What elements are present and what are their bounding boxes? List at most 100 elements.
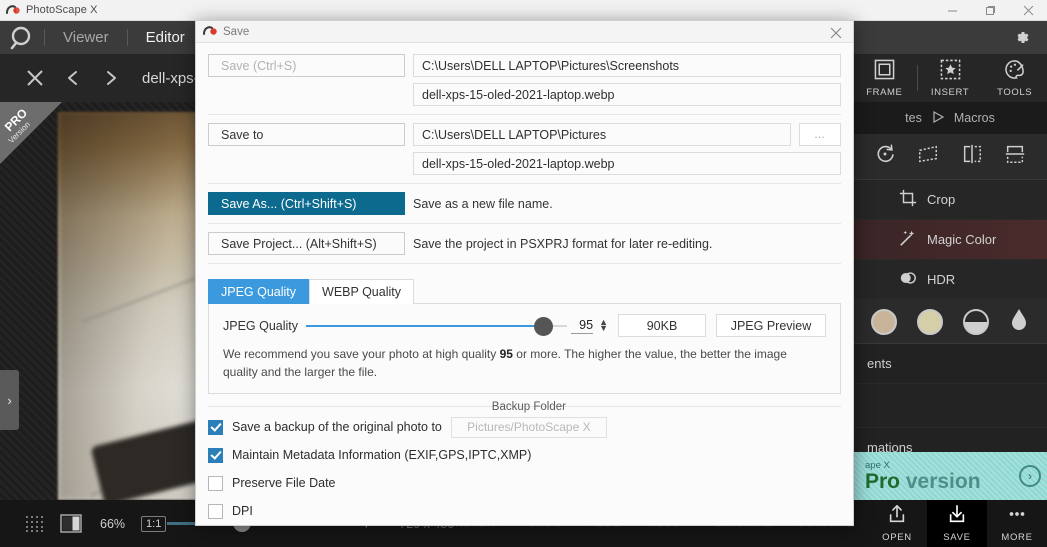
zoom-fit-button[interactable]: 1:1 — [141, 515, 167, 532]
save-to-path-field[interactable]: C:\Users\DELL LAPTOP\Pictures — [413, 123, 791, 147]
app-logo-icon[interactable] — [0, 21, 44, 54]
tab-jpeg-quality[interactable]: JPEG Quality — [208, 279, 310, 305]
next-file-icon[interactable] — [94, 61, 128, 95]
quality-value[interactable]: 95 — [571, 318, 594, 334]
flip-vertical-icon[interactable] — [1004, 143, 1026, 170]
promo-strong: Pro — [865, 470, 901, 493]
backup-checkbox[interactable] — [208, 419, 223, 435]
tab-webp-quality[interactable]: WEBP Quality — [309, 279, 414, 305]
save-button-ctrl-s[interactable]: Save (Ctrl+S) — [208, 54, 405, 78]
jpeg-preview-button[interactable]: JPEG Preview — [716, 314, 826, 338]
minimize-icon[interactable] — [933, 0, 971, 21]
quality-note-prefix: We recommend you save your photo at high… — [223, 347, 500, 362]
ellipsis-icon — [1006, 504, 1028, 529]
right-panel-item-hdr[interactable]: HDR — [853, 260, 1047, 300]
maximize-icon[interactable] — [971, 0, 1009, 21]
checker-icon[interactable] — [58, 513, 84, 535]
browse-folder-button[interactable]: … — [799, 123, 841, 147]
save-filename-field[interactable]: dell-xps-15-oled-2021-laptop.webp — [413, 83, 841, 107]
save-down-arrow-icon — [947, 504, 967, 529]
close-icon[interactable] — [1009, 0, 1047, 21]
promo-next-arrow-icon[interactable]: › — [1019, 465, 1041, 487]
rotate-icon[interactable] — [874, 143, 896, 170]
swatch-3[interactable] — [963, 308, 989, 335]
gear-icon[interactable] — [995, 21, 1047, 54]
right-panel-row-elements[interactable]: ents — [853, 344, 1047, 384]
promo-rest: version — [900, 470, 981, 493]
preserve-date-option-label: Preserve File Date — [232, 476, 336, 490]
quality-slider-knob[interactable] — [534, 316, 554, 336]
tool-tools-label: TOOLS — [997, 86, 1033, 98]
quality-tabs: JPEG Quality WEBP Quality — [208, 279, 841, 305]
right-panel-tab-macros[interactable]: Macros — [954, 111, 995, 125]
metadata-checkbox[interactable] — [208, 447, 223, 463]
quality-group: JPEG Quality WEBP Quality JPEG Quality 9… — [208, 279, 841, 394]
open-up-arrow-icon — [887, 504, 907, 529]
save-dialog-close-icon[interactable] — [819, 21, 853, 45]
quality-slider[interactable] — [306, 316, 568, 336]
backup-folder-field[interactable]: Pictures/PhotoScape X — [450, 416, 607, 438]
transform-icon-row — [853, 134, 1047, 180]
save-dialog-body: Save (Ctrl+S) C:\Users\DELL LAPTOP\Pictu… — [196, 43, 853, 525]
tool-frame[interactable]: FRAME — [852, 54, 917, 102]
crop-icon — [899, 189, 917, 210]
perspective-icon[interactable] — [917, 143, 939, 170]
tool-frame-label: FRAME — [866, 86, 903, 98]
photoscape-app-window: PhotoScape X Viewer Editor dell-xps-15-o… — [0, 0, 1047, 547]
save-to-filename-field[interactable]: dell-xps-15-oled-2021-laptop.webp — [413, 152, 841, 176]
grid-icon[interactable] — [22, 513, 48, 535]
os-titlebar: PhotoScape X — [0, 0, 1047, 21]
estimated-file-size: 90KB — [618, 314, 706, 338]
tool-tools[interactable]: TOOLS — [982, 54, 1047, 102]
save-row: Save (Ctrl+S) C:\Users\DELL LAPTOP\Pictu… — [208, 51, 841, 80]
save-as-row: Save As... (Ctrl+Shift+S) Save as a new … — [208, 189, 841, 218]
quality-stepper[interactable]: ▲ ▼ — [599, 317, 608, 333]
left-panel-toggle-chevron-icon[interactable]: › — [0, 370, 19, 430]
quality-note-bold: 95 — [499, 347, 513, 362]
magic-wand-icon — [899, 229, 917, 250]
save-project-row: Save Project... (Alt+Shift+S) Save the p… — [208, 229, 841, 258]
open-button-label: OPEN — [882, 532, 912, 543]
save-to-button[interactable]: Save to — [208, 123, 405, 147]
save-button-label: SAVE — [943, 532, 971, 543]
pro-version-promo[interactable]: ape X Pro version › — [853, 452, 1047, 500]
quality-panel: JPEG Quality 95 ▲ ▼ 90KB JPEG Preview We… — [208, 303, 841, 394]
right-panel-item-crop[interactable]: Crop — [853, 180, 1047, 220]
preserve-date-checkbox[interactable] — [208, 475, 223, 491]
preserve-date-option-row: Preserve File Date — [208, 469, 841, 497]
photoscape-logo-icon — [6, 4, 21, 17]
more-button[interactable]: MORE — [987, 500, 1047, 547]
save-dialog-titlebar: Save — [196, 21, 853, 45]
save-as-button[interactable]: Save As... (Ctrl+Shift+S) — [208, 192, 405, 216]
insert-star-icon — [940, 59, 961, 85]
os-window-controls — [933, 0, 1047, 21]
save-button[interactable]: SAVE — [927, 500, 987, 547]
color-swatch-row — [853, 300, 1047, 344]
right-panel-tab-favorites[interactable]: tes — [905, 111, 922, 125]
previous-file-icon[interactable] — [56, 61, 90, 95]
save-project-button[interactable]: Save Project... (Alt+Shift+S) — [208, 232, 405, 256]
status-right-buttons: OPEN SAVE MORE — [867, 500, 1047, 547]
more-button-label: MORE — [1001, 532, 1033, 543]
swatch-2[interactable] — [917, 308, 943, 335]
close-file-icon[interactable] — [18, 61, 52, 95]
swatch-1[interactable] — [871, 308, 897, 335]
save-to-filename-row: dell-xps-15-oled-2021-laptop.webp — [208, 149, 841, 178]
stepper-down-icon[interactable]: ▼ — [599, 323, 608, 333]
right-panel-item-magic-color[interactable]: Magic Color — [853, 220, 1047, 260]
water-drop-icon[interactable] — [1009, 307, 1029, 336]
dpi-checkbox[interactable] — [208, 503, 223, 519]
save-dialog: Save Save (Ctrl+S) C:\Users\DELL LAPTOP\… — [195, 20, 854, 526]
pro-version-ribbon: PRO Version — [0, 102, 62, 164]
photoscape-logo-icon — [203, 25, 218, 38]
nav-item-editor[interactable]: Editor — [128, 21, 203, 54]
zoom-level-label[interactable]: 66% — [94, 517, 131, 531]
nav-item-viewer[interactable]: Viewer — [45, 21, 127, 54]
flip-horizontal-icon[interactable] — [961, 143, 983, 170]
save-path-field[interactable]: C:\Users\DELL LAPTOP\Pictures\Screenshot… — [413, 54, 841, 78]
open-button[interactable]: OPEN — [867, 500, 927, 547]
frame-icon — [874, 59, 895, 85]
tool-insert[interactable]: INSERT — [918, 54, 983, 102]
backup-folder-wrap: Backup Folder Pictures/PhotoScape X — [450, 401, 607, 438]
right-panel-item-magic-color-label: Magic Color — [927, 232, 997, 247]
